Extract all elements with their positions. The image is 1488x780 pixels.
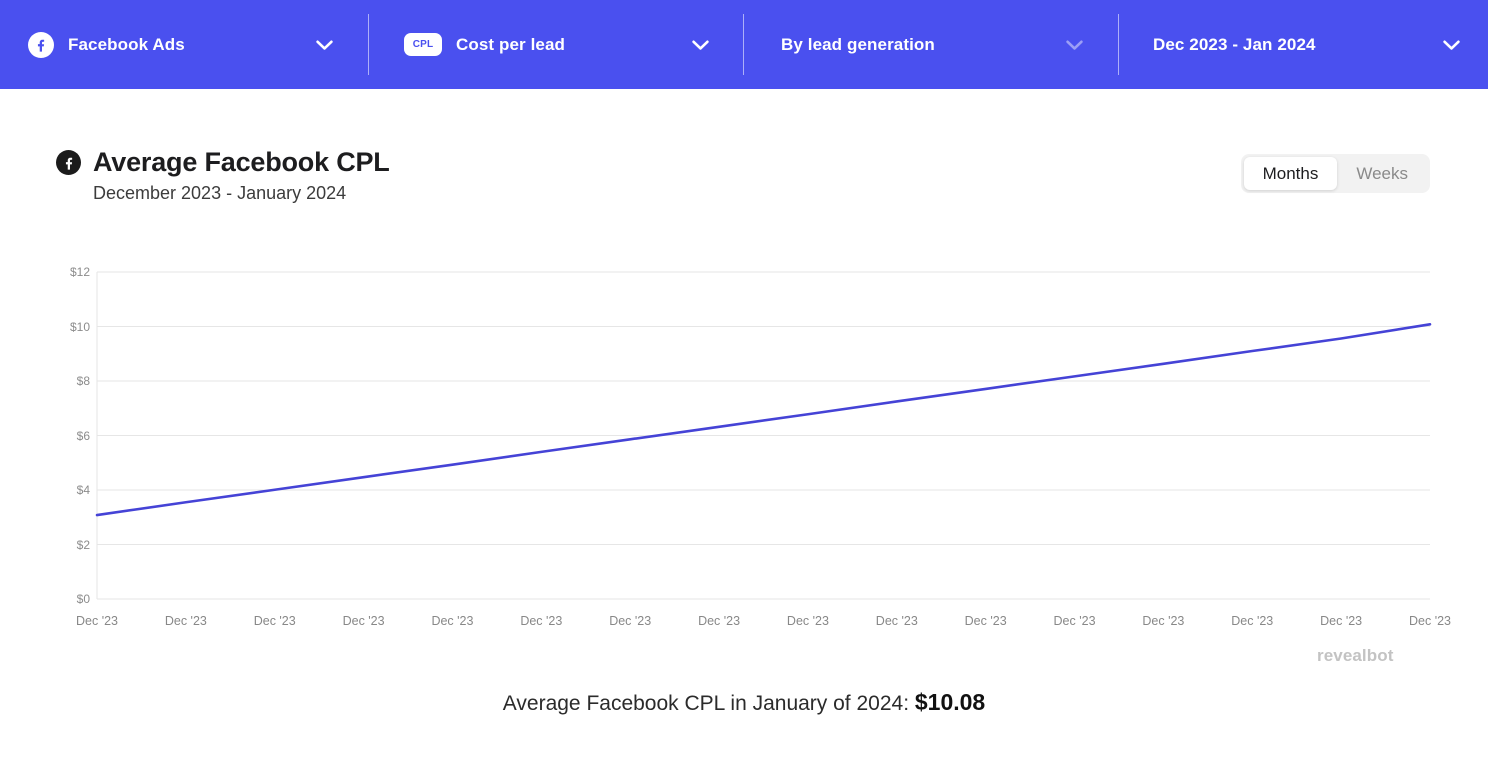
y-axis-tick-label: $10 [69, 319, 90, 334]
x-axis-tick-label: Dec '23 [431, 614, 474, 628]
x-axis-tick-label: Dec '23 [1231, 614, 1274, 628]
x-axis-tick-label: Dec '23 [164, 614, 207, 628]
caption-value: $10.08 [914, 689, 986, 715]
x-axis-tick-label: Dec '23 [342, 614, 385, 628]
y-axis-tick-label: $4 [76, 483, 90, 497]
filter-date-range-label: Dec 2023 - Jan 2024 [1153, 34, 1316, 54]
tab-weeks[interactable]: Weeks [1337, 157, 1427, 190]
x-axis-tick-label: Dec '23 [875, 614, 918, 628]
facebook-icon [56, 150, 81, 175]
x-axis-tick-label: Dec '23 [698, 614, 741, 628]
y-axis-tick-label: $2 [76, 537, 90, 552]
filter-platform-label: Facebook Ads [68, 34, 185, 54]
chart-header: Average Facebook CPL December 2023 - Jan… [56, 147, 390, 204]
page-title: Average Facebook CPL [93, 147, 390, 177]
filter-date-range[interactable]: Dec 2023 - Jan 2024 [1118, 0, 1488, 89]
granularity-toggle: Months Weeks [1240, 154, 1430, 193]
x-axis-tick-label: Dec '23 [786, 614, 829, 628]
cpl-badge-icon: CPL [404, 33, 442, 56]
filter-platform-chevron-down-icon[interactable] [312, 33, 336, 57]
filter-metric-label: Cost per lead [456, 34, 565, 54]
facebook-icon [28, 31, 54, 58]
chart-caption: Average Facebook CPL in January of 2024:… [0, 689, 1488, 716]
filter-date-range-chevron-down-icon[interactable] [1439, 33, 1463, 57]
x-axis-tick-label: Dec '23 [1053, 614, 1096, 628]
y-axis-tick-label: $12 [69, 265, 90, 279]
chart-card: Average Facebook CPL December 2023 - Jan… [0, 89, 1488, 775]
top-filter-bar: Facebook Ads CPL Cost per lead By lead g… [0, 0, 1488, 89]
cpl-trend-line [95, 323, 1432, 517]
x-axis-tick-label: Dec '23 [76, 614, 118, 628]
y-axis-tick-label: $0 [76, 592, 90, 606]
revealbot-watermark: revealbot [1317, 646, 1394, 665]
filter-objective-chevron-down-icon[interactable] [1062, 33, 1086, 57]
chart-title-row: Average Facebook CPL [56, 147, 390, 178]
x-axis-tick-label: Dec '23 [1320, 614, 1363, 628]
filter-metric[interactable]: CPL Cost per lead [368, 0, 743, 89]
x-axis-tick-label: Dec '23 [609, 614, 652, 628]
tab-months[interactable]: Months [1243, 157, 1338, 190]
chart-subtitle: December 2023 - January 2024 [93, 183, 347, 203]
y-axis-tick-label: $8 [76, 374, 90, 388]
y-axis-tick-label: $6 [76, 428, 90, 443]
filter-objective-label: By lead generation [781, 34, 935, 54]
x-axis-tick-label: Dec '23 [1409, 614, 1451, 628]
x-axis-tick-label: Dec '23 [964, 614, 1007, 628]
x-axis-tick-label: Dec '23 [253, 614, 296, 628]
caption-prefix: Average Facebook CPL in January of 2024: [502, 692, 915, 715]
filter-metric-chevron-down-icon[interactable] [688, 33, 712, 57]
x-axis-tick-label: Dec '23 [1142, 614, 1185, 628]
x-axis-tick-label: Dec '23 [520, 614, 563, 628]
